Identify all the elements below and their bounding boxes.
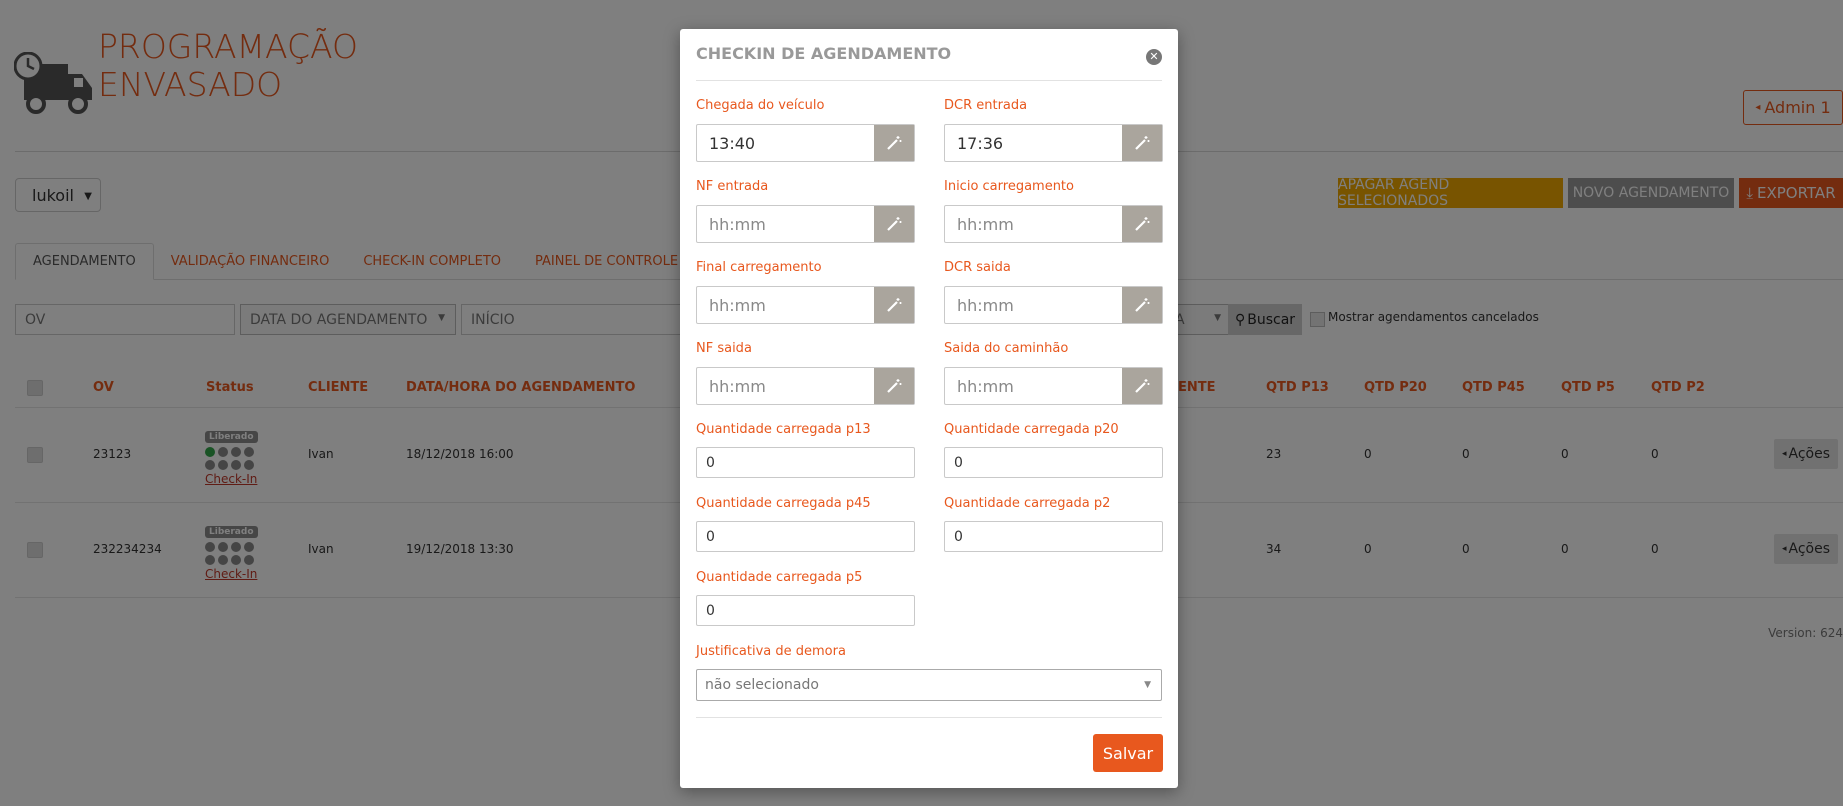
dcr-saida-label: DCR saida (944, 260, 1011, 275)
nf-saida-placeholder: hh:mm (709, 376, 766, 396)
inicio-carregamento-placeholder: hh:mm (957, 214, 1014, 234)
magic-wand-icon[interactable] (874, 206, 914, 242)
dcr-saida-placeholder: hh:mm (957, 295, 1014, 315)
magic-wand-icon[interactable] (874, 368, 914, 404)
chegada-time-input[interactable]: 13:40 (696, 124, 915, 162)
modal-header-divider (696, 80, 1162, 81)
qtd-p5-label: Quantidade carregada p5 (696, 570, 863, 585)
nf-entrada-placeholder: hh:mm (709, 214, 766, 234)
modal-title: CHECKIN DE AGENDAMENTO (696, 44, 952, 63)
qtd-p20-label: Quantidade carregada p20 (944, 422, 1119, 437)
qtd-p45-input[interactable]: 0 (696, 521, 915, 552)
caret-down-icon: ▼ (1144, 680, 1151, 690)
inicio-carregamento-label: Inicio carregamento (944, 179, 1074, 194)
chegada-label: Chegada do veículo (696, 98, 825, 113)
saida-caminhao-placeholder: hh:mm (957, 376, 1014, 396)
nf-entrada-label: NF entrada (696, 179, 769, 194)
qtd-p5-value: 0 (706, 602, 715, 619)
dcr-saida-time-input[interactable]: hh:mm (944, 286, 1163, 324)
chegada-value: 13:40 (709, 133, 756, 153)
qtd-p13-input[interactable]: 0 (696, 447, 915, 478)
nf-saida-time-input[interactable]: hh:mm (696, 367, 915, 405)
magic-wand-icon[interactable] (1122, 206, 1162, 242)
qtd-p13-label: Quantidade carregada p13 (696, 422, 871, 437)
qtd-p20-value: 0 (954, 454, 963, 471)
justificativa-label: Justificativa de demora (696, 644, 846, 659)
qtd-p45-label: Quantidade carregada p45 (696, 496, 871, 511)
dcr-entrada-label: DCR entrada (944, 98, 1028, 113)
qtd-p2-input[interactable]: 0 (944, 521, 1163, 552)
qtd-p2-label: Quantidade carregada p2 (944, 496, 1111, 511)
qtd-p2-value: 0 (954, 528, 963, 545)
justificativa-select[interactable]: não selecionado ▼ (696, 669, 1162, 701)
save-button[interactable]: Salvar (1093, 734, 1163, 772)
final-carregamento-label: Final carregamento (696, 260, 822, 275)
qtd-p45-value: 0 (706, 528, 715, 545)
modal-footer-divider (696, 717, 1162, 718)
final-carregamento-placeholder: hh:mm (709, 295, 766, 315)
dcr-entrada-value: 17:36 (957, 133, 1004, 153)
dcr-entrada-time-input[interactable]: 17:36 (944, 124, 1163, 162)
saida-caminhao-label: Saida do caminhão (944, 341, 1069, 356)
magic-wand-icon[interactable] (1122, 287, 1162, 323)
magic-wand-icon[interactable] (874, 287, 914, 323)
qtd-p20-input[interactable]: 0 (944, 447, 1163, 478)
magic-wand-icon[interactable] (1122, 368, 1162, 404)
final-carregamento-time-input[interactable]: hh:mm (696, 286, 915, 324)
justificativa-value: não selecionado (705, 677, 819, 693)
qtd-p13-value: 0 (706, 454, 715, 471)
magic-wand-icon[interactable] (1122, 125, 1162, 161)
inicio-carregamento-time-input[interactable]: hh:mm (944, 205, 1163, 243)
qtd-p5-input[interactable]: 0 (696, 595, 915, 626)
close-icon[interactable]: ✕ (1146, 49, 1162, 65)
saida-caminhao-time-input[interactable]: hh:mm (944, 367, 1163, 405)
magic-wand-icon[interactable] (874, 125, 914, 161)
save-label: Salvar (1102, 743, 1154, 763)
checkin-modal: CHECKIN DE AGENDAMENTO ✕ Chegada do veíc… (680, 29, 1178, 788)
nf-entrada-time-input[interactable]: hh:mm (696, 205, 915, 243)
nf-saida-label: NF saida (696, 341, 752, 356)
